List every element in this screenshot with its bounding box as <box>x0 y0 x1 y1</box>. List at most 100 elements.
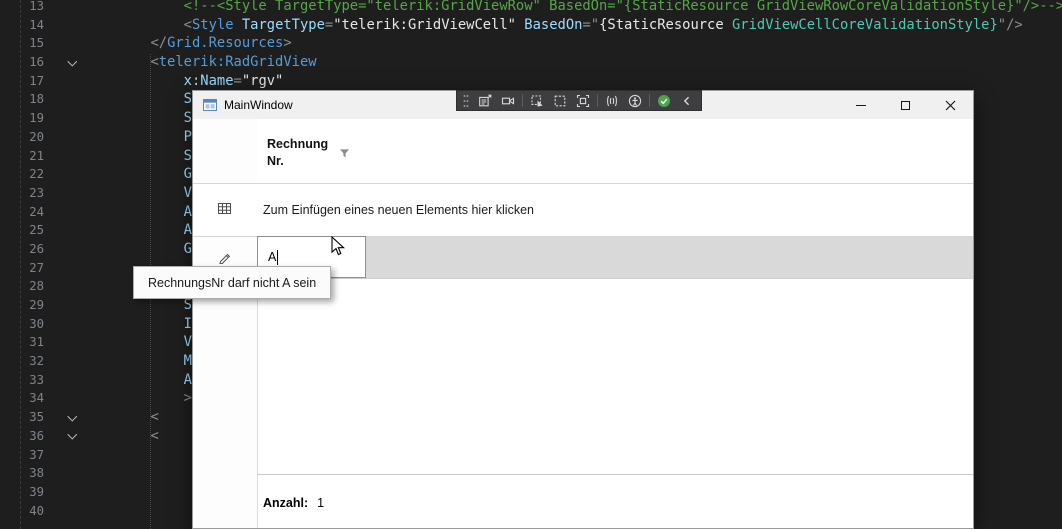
code-line-13[interactable]: 13 <!--<Style TargetType="telerik:GridVie… <box>0 0 1062 16</box>
minimize-icon <box>856 105 866 106</box>
line-number: 27 <box>0 259 44 278</box>
code-line-16[interactable]: 16 <telerik:RadGridView <box>0 53 1062 72</box>
code-text: > <box>84 389 192 408</box>
close-icon <box>945 100 956 111</box>
line-number: 14 <box>0 16 44 35</box>
line-number: 15 <box>0 34 44 53</box>
window-controls <box>838 91 973 119</box>
code-text: A <box>84 203 192 222</box>
line-number: 36 <box>0 427 44 446</box>
line-number: 18 <box>0 90 44 109</box>
code-text: </Grid.Resources> <box>84 34 292 53</box>
edit-cell-value: A <box>268 250 276 264</box>
track-focused-element-icon[interactable] <box>574 92 592 109</box>
line-number: 32 <box>0 352 44 371</box>
validation-tooltip-text: RechnungsNr darf nicht A sein <box>148 276 316 290</box>
code-text: G <box>84 240 192 259</box>
code-text: S <box>84 147 192 166</box>
line-number: 22 <box>0 165 44 184</box>
column-header-rechnung-nr[interactable]: Rechnung Nr. <box>257 119 367 183</box>
code-line-17[interactable]: 17 x:Name="rgv" <box>0 72 1062 91</box>
edit-pencil-icon <box>218 250 232 264</box>
line-number: 31 <box>0 333 44 352</box>
code-text: I <box>84 315 192 334</box>
add-new-row[interactable]: Zum Einfügen eines neuen Elements hier k… <box>193 184 973 236</box>
code-text: S <box>84 109 192 128</box>
line-number: 25 <box>0 221 44 240</box>
maximize-icon <box>901 101 910 110</box>
toolbar-drag-handle[interactable] <box>462 92 471 109</box>
row-indicator-column <box>193 119 258 528</box>
line-number: 13 <box>0 0 44 16</box>
line-number: 20 <box>0 128 44 147</box>
toolbar-separator <box>649 94 650 107</box>
line-number: 17 <box>0 72 44 91</box>
rad-grid-view: Rechnung Nr. Zum Einf <box>193 119 973 528</box>
line-number: 33 <box>0 371 44 390</box>
maximize-button[interactable] <box>883 91 928 119</box>
toolbar-separator <box>597 94 598 107</box>
go-to-live-visual-tree-icon[interactable] <box>476 92 494 109</box>
code-text: A <box>84 221 192 240</box>
footer-label: Anzahl: <box>263 496 308 510</box>
live-property-explorer-icon[interactable] <box>499 92 517 109</box>
screen: 13 <!--<Style TargetType="telerik:GridVie… <box>0 0 1062 529</box>
code-text: x:Name="rgv" <box>84 72 283 91</box>
line-number: 35 <box>0 408 44 427</box>
line-number: 21 <box>0 147 44 166</box>
add-new-row-label: Zum Einfügen eines neuen Elements hier k… <box>263 184 534 236</box>
footer-separator <box>257 474 973 475</box>
fold-chevron-icon[interactable] <box>63 53 81 72</box>
line-number: 23 <box>0 184 44 203</box>
close-button[interactable] <box>928 91 973 119</box>
code-text: <Style TargetType="telerik:GridViewCell"… <box>84 16 1023 35</box>
code-text: < <box>84 408 159 427</box>
code-text: < <box>84 427 159 446</box>
footer-count: Anzahl: 1 <box>263 493 324 513</box>
line-number: 19 <box>0 109 44 128</box>
mouse-cursor <box>331 236 346 256</box>
code-text: V <box>84 333 192 352</box>
minimize-button[interactable] <box>838 91 883 119</box>
window-icon <box>202 97 218 113</box>
validation-tooltip: RechnungsNr darf nicht A sein <box>133 266 331 299</box>
window-title: MainWindow <box>224 98 293 112</box>
code-text: V <box>84 184 192 203</box>
hot-reload-icon[interactable] <box>603 92 621 109</box>
line-number: 24 <box>0 203 44 222</box>
code-text: M <box>84 352 192 371</box>
line-number: 37 <box>0 446 44 465</box>
line-number: 34 <box>0 389 44 408</box>
line-number: 28 <box>0 277 44 296</box>
add-new-row-icon <box>217 201 232 216</box>
line-number: 40 <box>0 502 44 521</box>
footer-value: 1 <box>317 496 324 510</box>
line-number: 16 <box>0 53 44 72</box>
toolbar-separator <box>522 94 523 107</box>
fold-chevron-icon[interactable] <box>63 408 81 427</box>
code-line-14[interactable]: 14 <Style TargetType="telerik:GridViewCel… <box>0 16 1062 35</box>
code-text: G <box>84 165 192 184</box>
accessibility-checker-icon[interactable] <box>626 92 644 109</box>
code-text: S <box>84 90 192 109</box>
collapse-toolbar-icon[interactable] <box>678 92 696 109</box>
text-caret <box>277 250 278 265</box>
enable-selection-icon[interactable] <box>528 92 546 109</box>
code-line-15[interactable]: 15 </Grid.Resources> <box>0 34 1062 53</box>
code-text: P <box>84 128 192 147</box>
line-number: 38 <box>0 464 44 483</box>
line-number: 29 <box>0 296 44 315</box>
hot-reload-status-icon[interactable] <box>655 92 673 109</box>
code-text: <!--<Style TargetType="telerik:GridViewR… <box>84 0 1062 16</box>
code-text: <telerik:RadGridView <box>84 53 317 72</box>
display-layout-adorners-icon[interactable] <box>551 92 569 109</box>
main-window: MainWindow Rechnung Nr. <box>192 90 974 529</box>
line-number: 30 <box>0 315 44 334</box>
column-header-label: Rechnung Nr. <box>267 136 339 169</box>
line-number: 39 <box>0 483 44 502</box>
line-number: 26 <box>0 240 44 259</box>
filter-icon[interactable] <box>339 146 350 157</box>
fold-chevron-icon[interactable] <box>63 427 81 446</box>
code-text: A <box>84 371 192 390</box>
vs-inapp-debug-toolbar <box>456 90 702 111</box>
